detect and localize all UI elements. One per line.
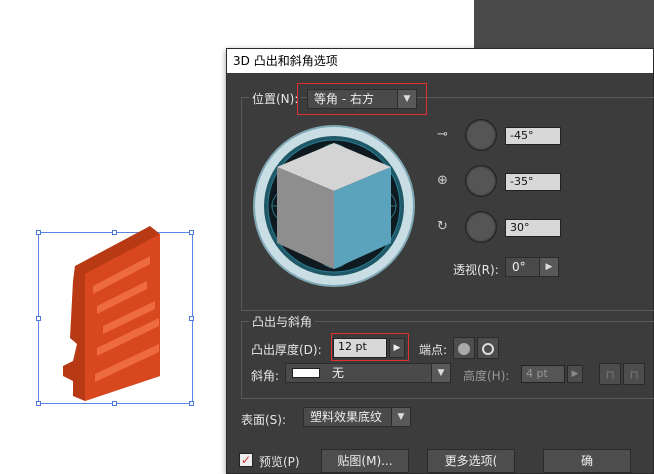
bevel-preview-icon — [292, 368, 320, 378]
perspective-select[interactable]: 0° ▶ — [505, 257, 559, 277]
cap-on-button[interactable] — [453, 337, 475, 359]
rotate-x-dial[interactable] — [465, 119, 497, 151]
bevel-select[interactable]: 无 ▼ — [285, 363, 451, 383]
bevel-value: 无 — [332, 366, 345, 380]
cap-off-button[interactable] — [477, 337, 499, 359]
rotate-x-field[interactable]: -45° — [505, 127, 561, 145]
rotation-trackball[interactable] — [251, 123, 417, 289]
preview-checkbox[interactable]: ✓ — [239, 453, 253, 467]
rotate-y-field[interactable]: -35° — [505, 173, 561, 191]
extrude-section-title: 凸出与斜角 — [249, 313, 316, 330]
selection-handle[interactable] — [36, 316, 41, 321]
perspective-value: 0° — [512, 260, 526, 274]
bevel-height-label: 高度(H): — [463, 369, 510, 383]
rotate-z-field[interactable]: 30° — [505, 219, 561, 237]
selection-handle[interactable] — [36, 401, 41, 406]
selection-handle[interactable] — [36, 230, 41, 235]
selection-handle[interactable] — [189, 230, 194, 235]
position-value: 等角 - 右方 — [314, 92, 374, 106]
chevron-down-icon[interactable]: ▼ — [431, 364, 450, 382]
selection-handle[interactable] — [189, 316, 194, 321]
depth-stepper[interactable]: ▶ — [389, 338, 405, 358]
more-options-button[interactable]: 更多选项( — [427, 449, 515, 473]
bevel-out-button[interactable]: ⊓ — [599, 363, 621, 385]
surface-value: 塑料效果底纹 — [310, 410, 383, 424]
chevron-down-icon[interactable]: ▼ — [391, 408, 410, 426]
cap-label: 端点: — [419, 343, 448, 357]
surface-select[interactable]: 塑料效果底纹 ▼ — [303, 407, 411, 427]
bevel-label: 斜角: — [251, 369, 280, 383]
position-label: 位置(N): — [249, 90, 302, 107]
extruded-3d-object — [63, 226, 160, 401]
rotate-y-icon: ⊕ — [437, 173, 448, 188]
bevel-height-field[interactable]: 4 pt — [521, 365, 565, 383]
rotate-x-icon: ⊸ — [437, 127, 448, 142]
position-select[interactable]: 等角 - 右方 ▼ — [307, 89, 417, 109]
selection-handle[interactable] — [189, 401, 194, 406]
ok-button[interactable]: 确 — [543, 449, 631, 473]
rotate-z-icon: ↻ — [437, 219, 448, 234]
extrude-depth-label: 凸出厚度(D): — [251, 343, 322, 357]
bevel-in-button[interactable]: ⊓ — [623, 363, 645, 385]
cap-on-icon — [458, 343, 470, 355]
preview-label: 预览(P) — [259, 455, 300, 469]
extrude-bevel-group — [241, 321, 654, 399]
rotate-z-dial[interactable] — [465, 211, 497, 243]
dialog-title: 3D 凸出和斜角选项 — [227, 49, 653, 73]
rotate-y-dial[interactable] — [465, 165, 497, 197]
surface-label: 表面(S): — [241, 413, 287, 427]
map-button[interactable]: 贴图(M)... — [321, 449, 409, 473]
chevron-down-icon[interactable]: ▼ — [397, 90, 416, 108]
background-panel — [474, 0, 654, 50]
extrude-depth-field[interactable]: 12 pt — [333, 338, 387, 358]
cap-off-icon — [482, 343, 494, 355]
3d-extrude-bevel-dialog: 3D 凸出和斜角选项 位置(N): 等角 - 右方 ▼ ⊸ -45° ⊕ -35… — [226, 48, 654, 474]
height-stepper[interactable]: ▶ — [567, 365, 583, 383]
selection-handle[interactable] — [112, 401, 117, 406]
perspective-label: 透视(R): — [453, 263, 499, 277]
chevron-right-icon[interactable]: ▶ — [539, 258, 558, 276]
